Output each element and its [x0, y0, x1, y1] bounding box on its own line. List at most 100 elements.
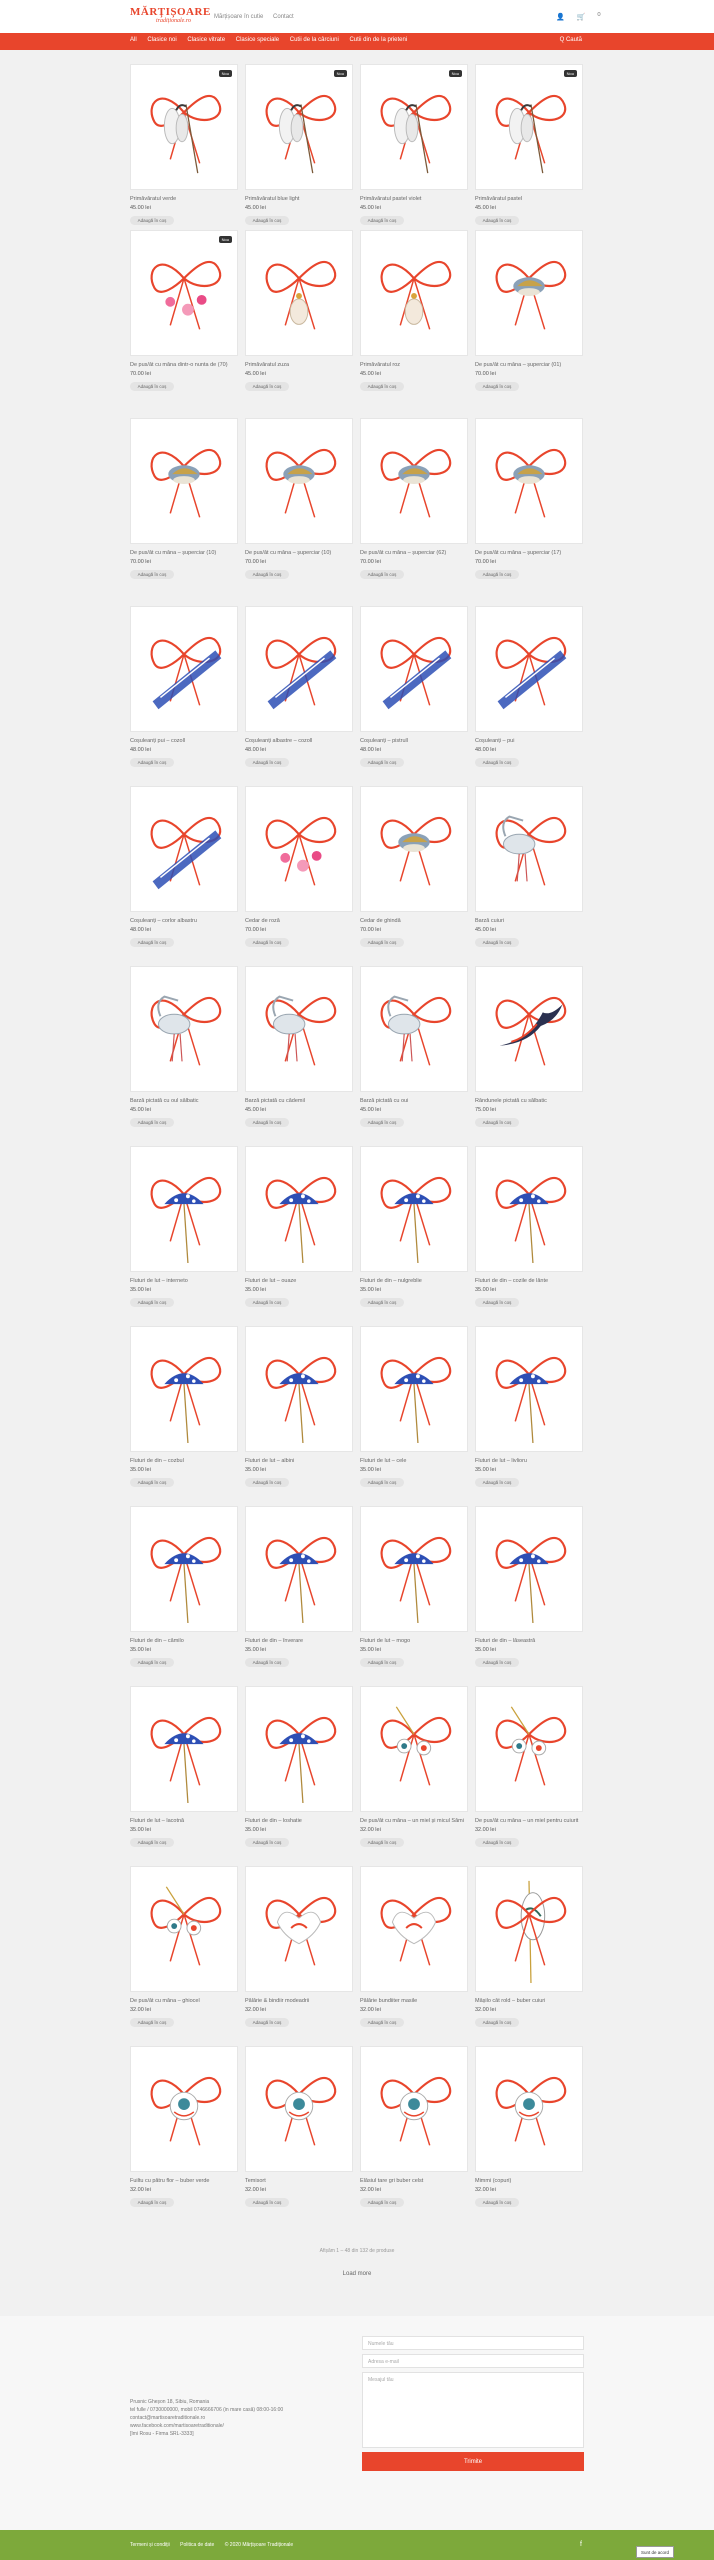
- product-card[interactable]: Fluturi de din – loshatie 35.00 lei Adaugă…: [245, 1686, 353, 1866]
- add-to-cart-button[interactable]: Adaugă în coș: [475, 570, 519, 579]
- product-name[interactable]: Primăvăratul roz: [360, 362, 468, 369]
- product-name[interactable]: Pălărie & bindiir modeadrii: [245, 1998, 353, 2005]
- product-image[interactable]: Nou: [130, 230, 238, 356]
- product-card[interactable]: Nou Primăvăratul pastel violet 45.00 lei Ad…: [360, 64, 468, 230]
- product-name[interactable]: Primăvăratul zuza: [245, 362, 353, 369]
- product-card[interactable]: Fluturi de lut – lacotnă 35.00 lei Adaugă …: [130, 1686, 238, 1866]
- product-image[interactable]: [475, 1686, 583, 1812]
- product-name[interactable]: Fluturi de din – lăseastră: [475, 1638, 583, 1645]
- add-to-cart-button[interactable]: Adaugă în coș: [245, 1298, 289, 1307]
- menu-item[interactable]: Clasice noi: [147, 37, 176, 43]
- add-to-cart-button[interactable]: Adaugă în coș: [475, 1118, 519, 1127]
- add-to-cart-button[interactable]: Adaugă în coș: [245, 2198, 289, 2207]
- product-card[interactable]: De pus/ât cu mâna – șuperciar (10) 70.00 …: [245, 418, 353, 606]
- menu-item[interactable]: Clasice vitrate: [187, 37, 225, 43]
- add-to-cart-button[interactable]: Adaugă în coș: [360, 1478, 404, 1487]
- product-card[interactable]: Cedar de roză 70.00 lei Adaugă în coș: [245, 786, 353, 966]
- product-image[interactable]: [245, 966, 353, 1092]
- add-to-cart-button[interactable]: Adaugă în coș: [130, 1478, 174, 1487]
- add-to-cart-button[interactable]: Adaugă în coș: [475, 2018, 519, 2027]
- add-to-cart-button[interactable]: Adaugă în coș: [475, 1838, 519, 1847]
- product-image[interactable]: [475, 966, 583, 1092]
- product-name[interactable]: De pus/ât cu mâna – un miel și micul Săm…: [360, 1818, 468, 1825]
- product-image[interactable]: [475, 1146, 583, 1272]
- product-image[interactable]: [360, 1866, 468, 1992]
- add-to-cart-button[interactable]: Adaugă în coș: [360, 1838, 404, 1847]
- product-name[interactable]: Pălărie bundiiter masile: [360, 1998, 468, 2005]
- add-to-cart-button[interactable]: Adaugă în coș: [360, 1118, 404, 1127]
- product-image[interactable]: [360, 606, 468, 732]
- add-to-cart-button[interactable]: Adaugă în coș: [130, 2198, 174, 2207]
- product-name[interactable]: De pus/ât cu mâna – șuperciar (17): [475, 550, 583, 557]
- product-name[interactable]: Primăvăratul verde: [130, 196, 238, 203]
- product-card[interactable]: Nou De pus/ât cu mâna dintr-o nunta de (7…: [130, 230, 238, 418]
- product-image[interactable]: [245, 2046, 353, 2172]
- add-to-cart-button[interactable]: Adaugă în coș: [360, 2018, 404, 2027]
- product-image[interactable]: [245, 786, 353, 912]
- add-to-cart-button[interactable]: Adaugă în coș: [475, 758, 519, 767]
- add-to-cart-button[interactable]: Adaugă în coș: [360, 2198, 404, 2207]
- product-card[interactable]: Fluturi de din – cămilo 35.00 lei Adaugă î…: [130, 1506, 238, 1686]
- product-card[interactable]: Coșuleanți – pui 48.00 lei Adaugă în coș: [475, 606, 583, 786]
- menu-item[interactable]: Cutii din de la prieteni: [349, 37, 407, 43]
- add-to-cart-button[interactable]: Adaugă în coș: [360, 758, 404, 767]
- facebook-icon[interactable]: f: [580, 2541, 582, 2548]
- product-name[interactable]: Fluturi de din – cămilo: [130, 1638, 238, 1645]
- product-name[interactable]: Rândunele pictată cu sălbatic: [475, 1098, 583, 1105]
- product-card[interactable]: De pus/ât cu mâna – șuperciar (62) 70.00 …: [360, 418, 468, 606]
- user-icon[interactable]: 👤: [556, 14, 565, 21]
- add-to-cart-button[interactable]: Adaugă în coș: [360, 382, 404, 391]
- product-image[interactable]: [360, 1506, 468, 1632]
- product-card[interactable]: Fluturi de din – înverare 35.00 lei Adaugă…: [245, 1506, 353, 1686]
- product-image[interactable]: [245, 230, 353, 356]
- product-name[interactable]: Fluturi de lut – interneto: [130, 1278, 238, 1285]
- add-to-cart-button[interactable]: Adaugă în coș: [360, 216, 404, 225]
- add-to-cart-button[interactable]: Adaugă în coș: [245, 216, 289, 225]
- product-image[interactable]: [245, 1506, 353, 1632]
- product-image[interactable]: [130, 1866, 238, 1992]
- top-nav-link[interactable]: Contact: [273, 14, 294, 20]
- product-image[interactable]: [130, 1146, 238, 1272]
- product-image[interactable]: Nou: [360, 64, 468, 190]
- product-card[interactable]: Temisort 32.00 lei Adaugă în coș: [245, 2046, 353, 2226]
- add-to-cart-button[interactable]: Adaugă în coș: [130, 1838, 174, 1847]
- product-card[interactable]: Barză pictată cu cădemil 45.00 lei Adaugă …: [245, 966, 353, 1146]
- product-card[interactable]: Fluturi de din – cozbul 35.00 lei Adaugă î…: [130, 1326, 238, 1506]
- product-image[interactable]: [475, 418, 583, 544]
- product-card[interactable]: Fluturi de lut – cele 35.00 lei Adaugă în …: [360, 1326, 468, 1506]
- add-to-cart-button[interactable]: Adaugă în coș: [475, 1658, 519, 1667]
- product-card[interactable]: Pălărie & bindiir modeadrii 32.00 lei Adau…: [245, 1866, 353, 2046]
- name-field[interactable]: Numele tău: [362, 2336, 584, 2350]
- cookie-accept-button[interactable]: Sunt de acord: [636, 2546, 674, 2558]
- product-image[interactable]: [245, 1326, 353, 1452]
- product-name[interactable]: Cedar de roză: [245, 918, 353, 925]
- product-name[interactable]: De pus/ât cu mâna – ghiocel: [130, 1998, 238, 2005]
- product-image[interactable]: [360, 2046, 468, 2172]
- product-card[interactable]: De pus/ât cu mâna – un miel și micul Săm…: [360, 1686, 468, 1866]
- product-card[interactable]: Coșuleanți – pistrull 48.00 lei Adaugă în …: [360, 606, 468, 786]
- add-to-cart-button[interactable]: Adaugă în coș: [360, 570, 404, 579]
- product-name[interactable]: De pus/ât cu mâna – șuperciar (01): [475, 362, 583, 369]
- product-name[interactable]: De pus/ât cu mâna – șuperciar (10): [130, 550, 238, 557]
- product-name[interactable]: Coșuleanți pui – cozoll: [130, 738, 238, 745]
- product-image[interactable]: [360, 230, 468, 356]
- menu-item[interactable]: Clasice speciale: [236, 37, 279, 43]
- product-name[interactable]: Fluturi de din – nulgreblie: [360, 1278, 468, 1285]
- add-to-cart-button[interactable]: Adaugă în coș: [245, 570, 289, 579]
- product-image[interactable]: [130, 1326, 238, 1452]
- privacy-link[interactable]: Politica de date: [180, 2542, 214, 2548]
- product-name[interactable]: Fuiltu cu pătru flor – buber verde: [130, 2178, 238, 2185]
- product-name[interactable]: Fluturi de din – loshatie: [245, 1818, 353, 1825]
- add-to-cart-button[interactable]: Adaugă în coș: [130, 570, 174, 579]
- product-card[interactable]: Mâșilo cât rold – buber cuiuri 32.00 lei A…: [475, 1866, 583, 2046]
- product-card[interactable]: De pus/ât cu mâna – șuperciar (17) 70.00 …: [475, 418, 583, 606]
- add-to-cart-button[interactable]: Adaugă în coș: [475, 216, 519, 225]
- product-image[interactable]: [475, 230, 583, 356]
- product-card[interactable]: Nou Primăvăratul pastel 45.00 lei Adaugă în…: [475, 64, 583, 230]
- product-card[interactable]: Coșuleanți pui – cozoll 48.00 lei Adaugă î…: [130, 606, 238, 786]
- add-to-cart-button[interactable]: Adaugă în coș: [130, 1658, 174, 1667]
- add-to-cart-button[interactable]: Adaugă în coș: [360, 1658, 404, 1667]
- product-image[interactable]: [245, 1866, 353, 1992]
- add-to-cart-button[interactable]: Adaugă în coș: [245, 382, 289, 391]
- product-name[interactable]: Fluturi de din – cozbul: [130, 1458, 238, 1465]
